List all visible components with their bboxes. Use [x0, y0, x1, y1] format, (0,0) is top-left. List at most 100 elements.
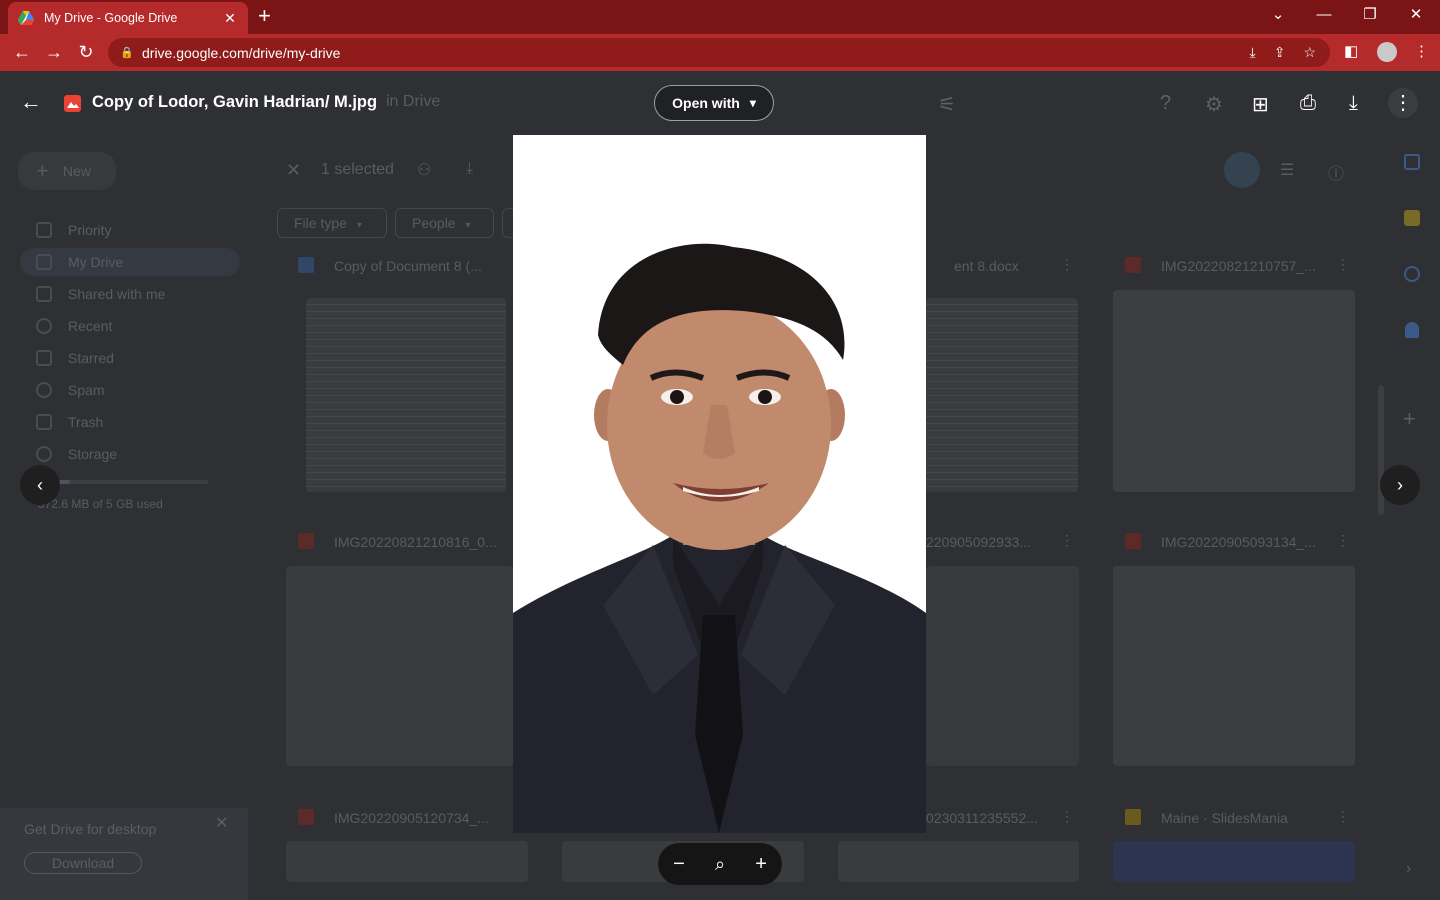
file-thumbnail[interactable] — [838, 841, 1079, 882]
sidebar-item-label: Shared with me — [68, 286, 166, 302]
clear-selection-icon[interactable]: ✕ — [286, 160, 301, 181]
contacts-icon[interactable] — [1405, 322, 1419, 338]
sidebar-item-trash[interactable]: Trash — [36, 408, 256, 436]
minimize-button[interactable]: — — [1304, 4, 1344, 28]
restore-button[interactable]: ❐ — [1350, 4, 1390, 28]
drive-icon — [36, 254, 52, 270]
tab-search-dropdown-icon[interactable]: ⌄ — [1258, 4, 1298, 28]
plus-icon: + — [36, 158, 49, 183]
share-icon[interactable]: ⇪ — [1274, 44, 1286, 61]
search-fragment: in Drive — [386, 93, 441, 110]
filter-modified[interactable] — [502, 208, 513, 238]
caret-icon: ▾ — [356, 220, 362, 231]
filter-label: File type — [294, 215, 347, 231]
filter-list-icon[interactable] — [1224, 152, 1260, 188]
viewer-download-icon[interactable]: ⤓ — [1349, 92, 1358, 115]
file-more-icon[interactable]: ⋮ — [1060, 532, 1074, 549]
add-person-icon[interactable]: ⚇ — [417, 160, 431, 180]
filter-settings-icon: ⚟ — [938, 94, 956, 116]
caret-down-icon: ▾ — [749, 96, 756, 110]
zoom-controls: − ⌕ + — [658, 843, 782, 885]
file-name: 0230311235552... — [926, 810, 1038, 826]
side-panel-icon[interactable]: ◧ — [1344, 42, 1358, 60]
people-icon — [36, 286, 52, 302]
priority-icon — [36, 222, 52, 238]
file-more-icon[interactable]: ⋮ — [1060, 256, 1074, 273]
file-more-icon[interactable]: ⋮ — [1336, 808, 1350, 825]
trash-icon — [36, 414, 52, 430]
download-icon[interactable]: ⤓ — [466, 160, 473, 178]
image-file-icon — [64, 95, 81, 112]
new-tab-button[interactable]: + — [258, 5, 271, 27]
image-file-icon — [1125, 533, 1141, 549]
browser-tab[interactable]: My Drive - Google Drive ✕ — [8, 2, 248, 34]
sidebar-item-shared[interactable]: Shared with me — [36, 280, 256, 308]
new-button[interactable]: + New — [18, 152, 116, 190]
zoom-reset-icon[interactable]: ⌕ — [715, 854, 725, 875]
sidebar-item-label: Starred — [68, 350, 114, 366]
file-thumbnail[interactable] — [1113, 841, 1355, 882]
viewer-back-button[interactable]: ← — [20, 89, 42, 115]
file-name: IMG20220821210757_... — [1161, 258, 1316, 274]
file-thumbnail[interactable] — [1113, 290, 1355, 492]
sidebar-item-starred[interactable]: Starred — [36, 344, 256, 372]
caret-icon: ▾ — [465, 220, 471, 231]
back-button[interactable]: ← — [9, 40, 35, 66]
sidebar-item-priority[interactable]: Priority — [36, 216, 256, 244]
url-text: drive.google.com/drive/my-drive — [142, 44, 341, 61]
clock-icon — [36, 318, 52, 334]
file-more-icon[interactable]: ⋮ — [1336, 256, 1350, 273]
install-app-icon[interactable]: ⤓ — [1250, 44, 1256, 61]
star-icon — [36, 350, 52, 366]
more-actions-icon[interactable]: ⋮ — [1388, 88, 1418, 118]
browser-menu-icon[interactable]: ⋮ — [1414, 42, 1429, 60]
address-bar[interactable]: 🔒 drive.google.com/drive/my-drive ⤓ ⇪ ☆ — [108, 38, 1330, 67]
close-window-button[interactable]: ✕ — [1396, 4, 1436, 28]
file-thumbnail[interactable] — [306, 298, 506, 492]
banner-close-icon[interactable]: ✕ — [215, 813, 228, 833]
mountain-icon — [67, 102, 79, 108]
sidebar-item-spam[interactable]: Spam — [36, 376, 256, 404]
expand-panel-icon[interactable]: › — [1406, 860, 1411, 878]
filter-people[interactable]: People ▾ — [395, 208, 494, 238]
next-file-button[interactable]: › — [1380, 465, 1420, 505]
open-with-button[interactable]: Open with ▾ — [654, 85, 774, 121]
settings-gear-icon: ⚙ — [1205, 94, 1223, 116]
portrait-photo — [513, 135, 926, 833]
file-thumbnail[interactable] — [926, 298, 1078, 492]
tab-close-icon[interactable]: ✕ — [222, 10, 238, 27]
file-thumbnail[interactable] — [286, 566, 513, 766]
selection-count: 1 selected — [321, 161, 394, 178]
info-icon[interactable]: ⓘ — [1328, 160, 1344, 184]
profile-avatar[interactable] — [1377, 42, 1397, 62]
tasks-icon[interactable] — [1404, 266, 1420, 282]
storage-bar — [38, 480, 208, 484]
sidebar-item-label: Priority — [68, 222, 112, 238]
bookmark-star-icon[interactable]: ☆ — [1303, 44, 1316, 61]
add-comment-icon[interactable]: ⊞ — [1252, 92, 1269, 117]
sidebar-item-storage[interactable]: Storage — [36, 440, 256, 468]
filter-file-type[interactable]: File type ▾ — [277, 208, 387, 238]
add-addon-icon[interactable]: + — [1403, 406, 1416, 432]
banner-download-button[interactable]: Download — [24, 852, 142, 874]
file-more-icon[interactable]: ⋮ — [1060, 808, 1074, 825]
sidebar-item-my-drive[interactable]: My Drive — [20, 248, 240, 276]
sidebar-item-recent[interactable]: Recent — [36, 312, 256, 340]
file-thumbnail[interactable] — [1113, 566, 1355, 766]
calendar-icon[interactable] — [1404, 154, 1420, 170]
file-more-icon[interactable]: ⋮ — [1336, 532, 1350, 549]
sidebar-item-label: My Drive — [68, 254, 124, 270]
lock-icon: 🔒 — [120, 47, 134, 59]
preview-image[interactable] — [513, 135, 926, 833]
file-thumbnail[interactable] — [286, 841, 528, 882]
reload-button[interactable]: ↻ — [73, 40, 99, 66]
print-icon[interactable]: ⎙ — [1300, 92, 1316, 115]
zoom-out-icon[interactable]: − — [673, 853, 685, 876]
zoom-in-icon[interactable]: + — [755, 853, 767, 876]
forward-button[interactable]: → — [41, 40, 67, 66]
filter-label: People — [412, 215, 456, 231]
list-view-icon[interactable]: ☰ — [1280, 160, 1294, 180]
previous-file-button[interactable]: ‹ — [20, 465, 60, 505]
file-thumbnail[interactable] — [926, 566, 1079, 766]
keep-icon[interactable] — [1404, 210, 1420, 226]
